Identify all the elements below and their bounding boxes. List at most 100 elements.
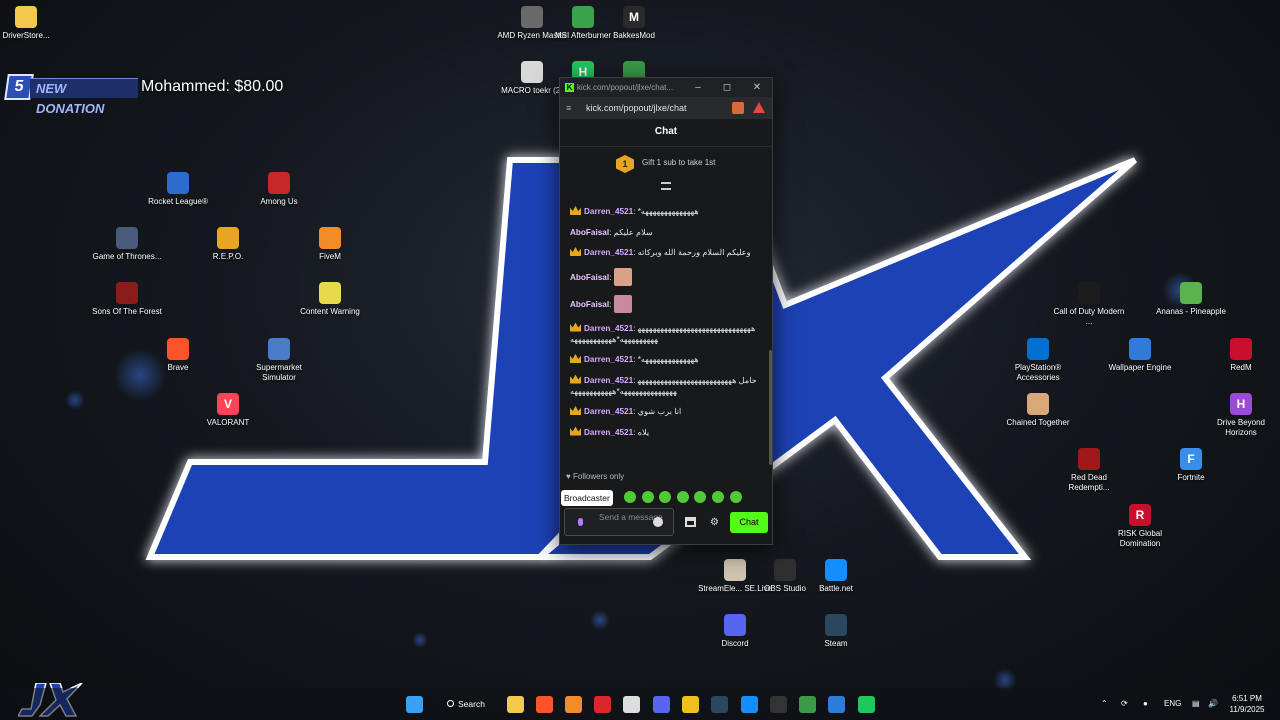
chat-username[interactable]: AboFaisal xyxy=(570,300,609,309)
chrome-taskbar-icon[interactable] xyxy=(623,696,640,713)
language-indicator[interactable]: ENG xyxy=(1164,688,1181,720)
supermarket-simulator-icon xyxy=(268,338,290,360)
taskbar-search[interactable]: Search xyxy=(440,694,492,715)
pinned-toggle[interactable] xyxy=(560,179,772,194)
chevron-up-icon[interactable]: ⌃ xyxy=(1101,688,1108,720)
desktop-icon-content-warning[interactable]: Content Warning xyxy=(292,282,368,317)
desktop-icon-call-of-duty[interactable]: Call of Duty Modern ... xyxy=(1051,282,1127,327)
sync-icon[interactable]: ⟳ xyxy=(1121,688,1128,720)
desktop-icon-red-dead[interactable]: Red Dead Redempti... xyxy=(1051,448,1127,493)
chat-scrollbar[interactable] xyxy=(769,350,772,465)
playstation-icon xyxy=(1027,338,1049,360)
gift-leaderboard[interactable]: 1 Gift 1 sub to take 1st xyxy=(560,147,772,179)
microphone-icon[interactable]: ● xyxy=(1143,688,1148,720)
hyper-taskbar-icon[interactable] xyxy=(858,696,875,713)
warning-extension-icon[interactable] xyxy=(753,102,765,113)
volume-icon[interactable]: 🔊 xyxy=(1208,688,1218,720)
emote-5[interactable] xyxy=(694,490,707,503)
chat-username[interactable]: Darren_4521 xyxy=(584,355,633,364)
fivem-taskbar-icon[interactable] xyxy=(565,696,582,713)
desktop-icon-sons-of-the-forest[interactable]: Sons Of The Forest xyxy=(89,282,165,317)
desktop-icon-fivem[interactable]: FiveM xyxy=(292,227,368,262)
desktop-icon-fortnite[interactable]: F Fortnite xyxy=(1153,448,1229,483)
desktop-icon-driverstore[interactable]: DriverStore... xyxy=(0,6,64,41)
chat-emote-image xyxy=(613,295,632,313)
chat-username[interactable]: Darren_4521 xyxy=(584,376,633,385)
discord-taskbar-icon[interactable] xyxy=(653,696,670,713)
desktop-icon-battlenet[interactable]: Battle.net xyxy=(798,559,874,594)
desktop-icon-steam[interactable]: Steam xyxy=(798,614,874,649)
chat-message: AboFaisal: سلام عليكم xyxy=(570,227,758,238)
desktop-icon-game-of-thrones[interactable]: Game of Thrones... xyxy=(89,227,165,262)
emote-2[interactable] xyxy=(641,490,654,503)
file-icon xyxy=(521,61,543,83)
battlenet-taskbar-icon[interactable] xyxy=(741,696,758,713)
store-icon[interactable] xyxy=(685,517,696,527)
streamelements-icon xyxy=(724,559,746,581)
chat-username[interactable]: Darren_4521 xyxy=(584,428,633,437)
desktop-icon-discord[interactable]: Discord xyxy=(697,614,773,649)
desktop-icon-playstation-accessories[interactable]: PlayStation® Accessories xyxy=(1000,338,1076,383)
chat-username[interactable]: Darren_4521 xyxy=(584,324,633,333)
followers-only-label: ♥ Followers only xyxy=(566,472,625,481)
chat-username[interactable]: Darren_4521 xyxy=(584,407,633,416)
extension-icon[interactable] xyxy=(732,102,744,114)
site-settings-icon[interactable]: ≡ xyxy=(566,97,571,119)
bakkesmod-taskbar-icon[interactable] xyxy=(594,696,611,713)
emote-7[interactable] xyxy=(729,490,742,503)
desktop-icon-drive-beyond-horizons[interactable]: H Drive Beyond Horizons xyxy=(1203,393,1279,438)
desktop-icon-chained-together[interactable]: Chained Together xyxy=(1000,393,1076,428)
repo-icon xyxy=(217,227,239,249)
chat-username[interactable]: Darren_4521 xyxy=(584,248,633,257)
settings-icon[interactable]: ⚙ xyxy=(710,518,719,528)
desktop-icon-brave[interactable]: Brave xyxy=(140,338,216,373)
taskbar-clock[interactable]: 6:51 PM 11/9/2025 xyxy=(1225,693,1269,715)
epic-games-taskbar-icon[interactable] xyxy=(770,696,787,713)
desktop-icon-wallpaper-engine[interactable]: Wallpaper Engine xyxy=(1102,338,1178,373)
desktop-icon-redm[interactable]: RedM xyxy=(1203,338,1279,373)
chat-username[interactable]: AboFaisal xyxy=(570,228,609,237)
emote-3[interactable] xyxy=(659,490,672,503)
desktop-icon-bakkesmod[interactable]: M BakkesMod xyxy=(596,6,672,41)
fortnite-taskbar-icon[interactable] xyxy=(682,696,699,713)
rocket-league-icon xyxy=(167,172,189,194)
desktop-icon-ananas[interactable]: Ananas - Pineapple xyxy=(1153,282,1229,317)
menu-icon xyxy=(661,182,671,190)
chat-username[interactable]: AboFaisal xyxy=(570,273,609,282)
desktop-icon-repo[interactable]: R.E.P.O. xyxy=(190,227,266,262)
maximize-button[interactable]: ◻ xyxy=(713,78,741,97)
steam-taskbar-icon[interactable] xyxy=(711,696,728,713)
call-of-duty-icon xyxy=(1078,282,1100,304)
chat-message: Darren_4521: انا برب شوي xyxy=(570,406,758,417)
emote-6[interactable] xyxy=(711,490,724,503)
emote-4[interactable] xyxy=(676,490,689,503)
address-bar[interactable]: ≡ kick.com/popout/jlxe/chat xyxy=(560,97,772,119)
desktop-icon-among-us[interactable]: Among Us xyxy=(241,172,317,207)
emoji-icon[interactable] xyxy=(653,517,663,527)
close-button[interactable]: ✕ xyxy=(743,78,771,97)
desktop-icon-risk[interactable]: R RISK Global Domination xyxy=(1102,504,1178,549)
desktop-icon-valorant[interactable]: V VALORANT xyxy=(190,393,266,428)
chat-message: Darren_4521: *ههههههههههههههه xyxy=(570,206,758,217)
message-input[interactable]: Send a message xyxy=(564,508,674,536)
taskbar: Search ⌃ ⟳ ● ENG ▤ 🔊 6:51 PM 11/9/2025 xyxy=(0,688,1280,720)
emote-1[interactable] xyxy=(624,490,636,503)
network-icon[interactable]: ▤ xyxy=(1192,688,1200,720)
wallpaper-engine-taskbar-icon[interactable] xyxy=(828,696,845,713)
file-explorer-icon[interactable] xyxy=(507,696,524,713)
gpu-taskbar-icon[interactable] xyxy=(799,696,816,713)
desktop-icon-supermarket-simulator[interactable]: Supermarket Simulator xyxy=(241,338,317,383)
crown-badge-icon xyxy=(570,406,581,415)
windows-start-icon[interactable] xyxy=(406,696,423,713)
minimize-button[interactable]: – xyxy=(684,78,712,97)
chat-message-text: يلاه xyxy=(637,427,650,437)
desktop-icon-rocket-league[interactable]: Rocket League® xyxy=(140,172,216,207)
chat-username[interactable]: Darren_4521 xyxy=(584,207,633,216)
broadcaster-tooltip: Broadcaster xyxy=(561,490,613,506)
discord-icon xyxy=(724,614,746,636)
brave-taskbar-icon[interactable] xyxy=(536,696,553,713)
donation-tag: NEW DONATION xyxy=(30,78,138,116)
mic-icon[interactable] xyxy=(578,518,583,526)
send-chat-button[interactable]: Chat xyxy=(730,512,768,533)
crown-badge-icon xyxy=(570,354,581,363)
